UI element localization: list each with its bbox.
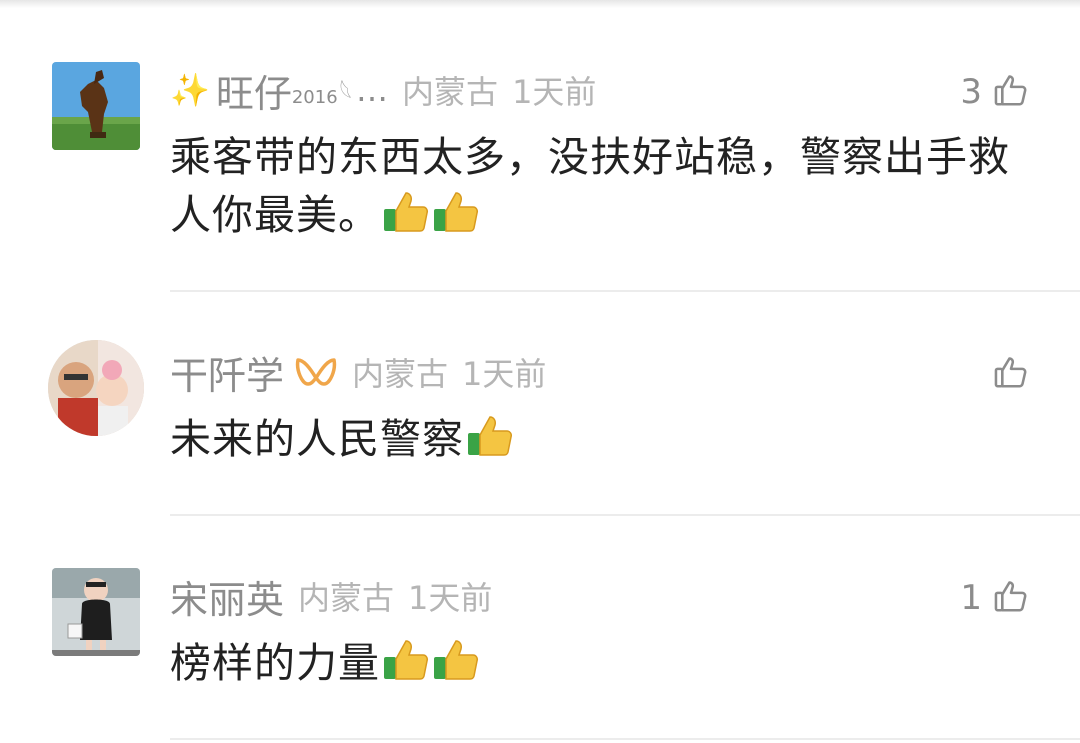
avatar[interactable] [48, 340, 144, 436]
thumbs-up-emoji-icon [432, 637, 480, 698]
avatar[interactable] [52, 568, 140, 656]
timestamp: 1天前 [408, 579, 493, 617]
thumbs-up-emoji-icon [466, 413, 514, 474]
username[interactable]: 宋丽英 [170, 569, 284, 624]
thumbs-up-emoji-icon [382, 189, 430, 250]
like-button[interactable] [982, 352, 1030, 396]
like-count: 1 [960, 578, 982, 618]
comment-body: 榜样的力量 [170, 639, 380, 687]
username[interactable]: 干阡学 [170, 345, 284, 400]
thumbs-up-icon [992, 577, 1030, 619]
top-shadow [0, 0, 1080, 8]
username-suffix: 2016 [291, 87, 338, 108]
divider [170, 290, 1080, 292]
location: 内蒙古 [402, 73, 499, 111]
thumbs-up-emoji-icon [432, 189, 480, 250]
location: 内蒙古 [352, 355, 449, 393]
like-count: 3 [960, 72, 982, 112]
comment-text: 未来的人民警察 [170, 410, 1040, 474]
timestamp: 1天前 [462, 355, 547, 393]
comment-text: 乘客带的东西太多，没扶好站稳，警察出手救人你最美。 [170, 128, 1040, 250]
thumbs-up-icon [992, 71, 1030, 113]
avatar[interactable] [52, 62, 140, 150]
thumbs-up-icon [992, 353, 1030, 395]
comment-text: 榜样的力量 [170, 634, 1040, 698]
vip-badge-icon [294, 354, 338, 390]
like-button[interactable]: 1 [960, 576, 1030, 620]
like-button[interactable]: 3 [960, 70, 1030, 114]
username[interactable]: 旺仔 [216, 63, 292, 118]
thumbs-up-emoji-icon [382, 637, 430, 698]
comment-meta: 干阡学 内蒙古 1天前 [170, 348, 547, 398]
timestamp: 1天前 [512, 73, 597, 111]
comment-meta: ✨ 旺仔 2016 𓆩 … 内蒙古 1天前 [170, 66, 597, 116]
divider [170, 514, 1080, 516]
feather-icon: 𓆩 [339, 81, 353, 106]
comment-meta: 宋丽英 内蒙古 1天前 [170, 572, 493, 622]
comment-body: 未来的人民警察 [170, 415, 464, 463]
divider [170, 738, 1080, 740]
username-ellipsis: … [356, 71, 389, 109]
comment-body: 乘客带的东西太多，没扶好站稳，警察出手救人你最美。 [170, 133, 1010, 239]
location: 内蒙古 [298, 579, 395, 617]
sparkle-icon: ✨ [170, 71, 210, 109]
